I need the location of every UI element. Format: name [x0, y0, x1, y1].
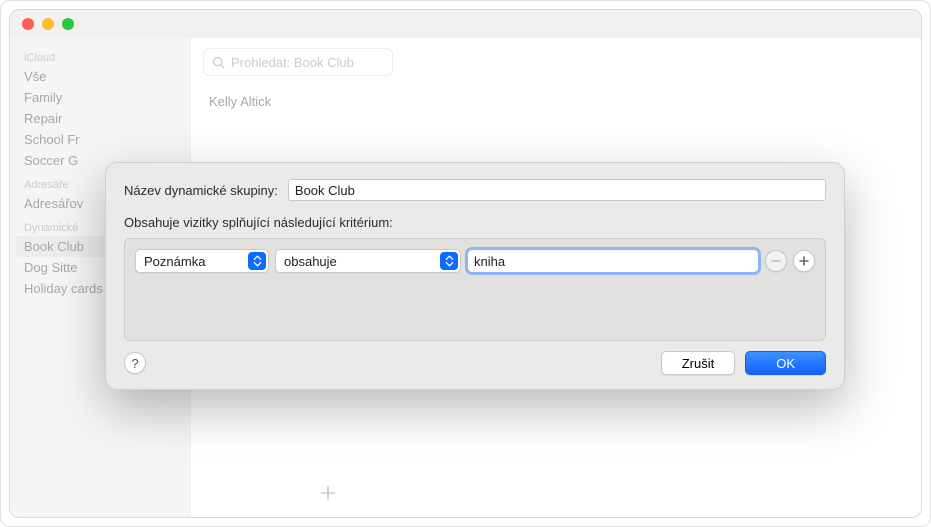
remove-criterion-button[interactable]	[765, 250, 787, 272]
zoom-window-button[interactable]	[62, 18, 74, 30]
search-placeholder: Prohledat: Book Club	[231, 55, 354, 70]
frame: iCloud Vše Family Repair School Fr Socce…	[0, 0, 931, 527]
help-button[interactable]: ?	[124, 352, 146, 374]
criteria-area: Poznámka obsahuje	[124, 238, 826, 341]
criterion-value-field[interactable]	[467, 249, 759, 273]
criterion-field-popup[interactable]: Poznámka	[135, 249, 269, 273]
app-window: iCloud Vše Family Repair School Fr Socce…	[9, 9, 922, 518]
sidebar-item-vse[interactable]: Vše	[10, 66, 190, 87]
criteria-label: Obsahuje vizitky splňující následující k…	[124, 215, 826, 230]
ok-button[interactable]: OK	[745, 351, 826, 375]
list-item[interactable]: Kelly Altick	[203, 76, 453, 113]
criterion-row: Poznámka obsahuje	[135, 249, 815, 273]
sidebar-item-school[interactable]: School Fr	[10, 129, 190, 150]
close-window-button[interactable]	[22, 18, 34, 30]
search-input[interactable]: Prohledat: Book Club	[203, 48, 393, 76]
criterion-field-value: Poznámka	[144, 254, 205, 269]
add-contact-button[interactable]	[316, 481, 340, 505]
sidebar-item-family[interactable]: Family	[10, 87, 190, 108]
search-icon	[212, 56, 225, 69]
criterion-operator-popup[interactable]: obsahuje	[275, 249, 461, 273]
chevron-updown-icon	[440, 252, 458, 270]
sidebar-item-repair[interactable]: Repair	[10, 108, 190, 129]
sidebar-heading-icloud: iCloud	[10, 44, 190, 66]
chevron-updown-icon	[248, 252, 266, 270]
group-name-label: Název dynamické skupiny:	[124, 183, 278, 198]
group-name-field[interactable]	[288, 179, 826, 201]
criterion-operator-value: obsahuje	[284, 254, 337, 269]
smart-group-dialog: Název dynamické skupiny: Obsahuje vizitk…	[105, 162, 845, 390]
titlebar	[10, 10, 921, 38]
cancel-button[interactable]: Zrušit	[661, 351, 736, 375]
add-criterion-button[interactable]	[793, 250, 815, 272]
minimize-window-button[interactable]	[42, 18, 54, 30]
